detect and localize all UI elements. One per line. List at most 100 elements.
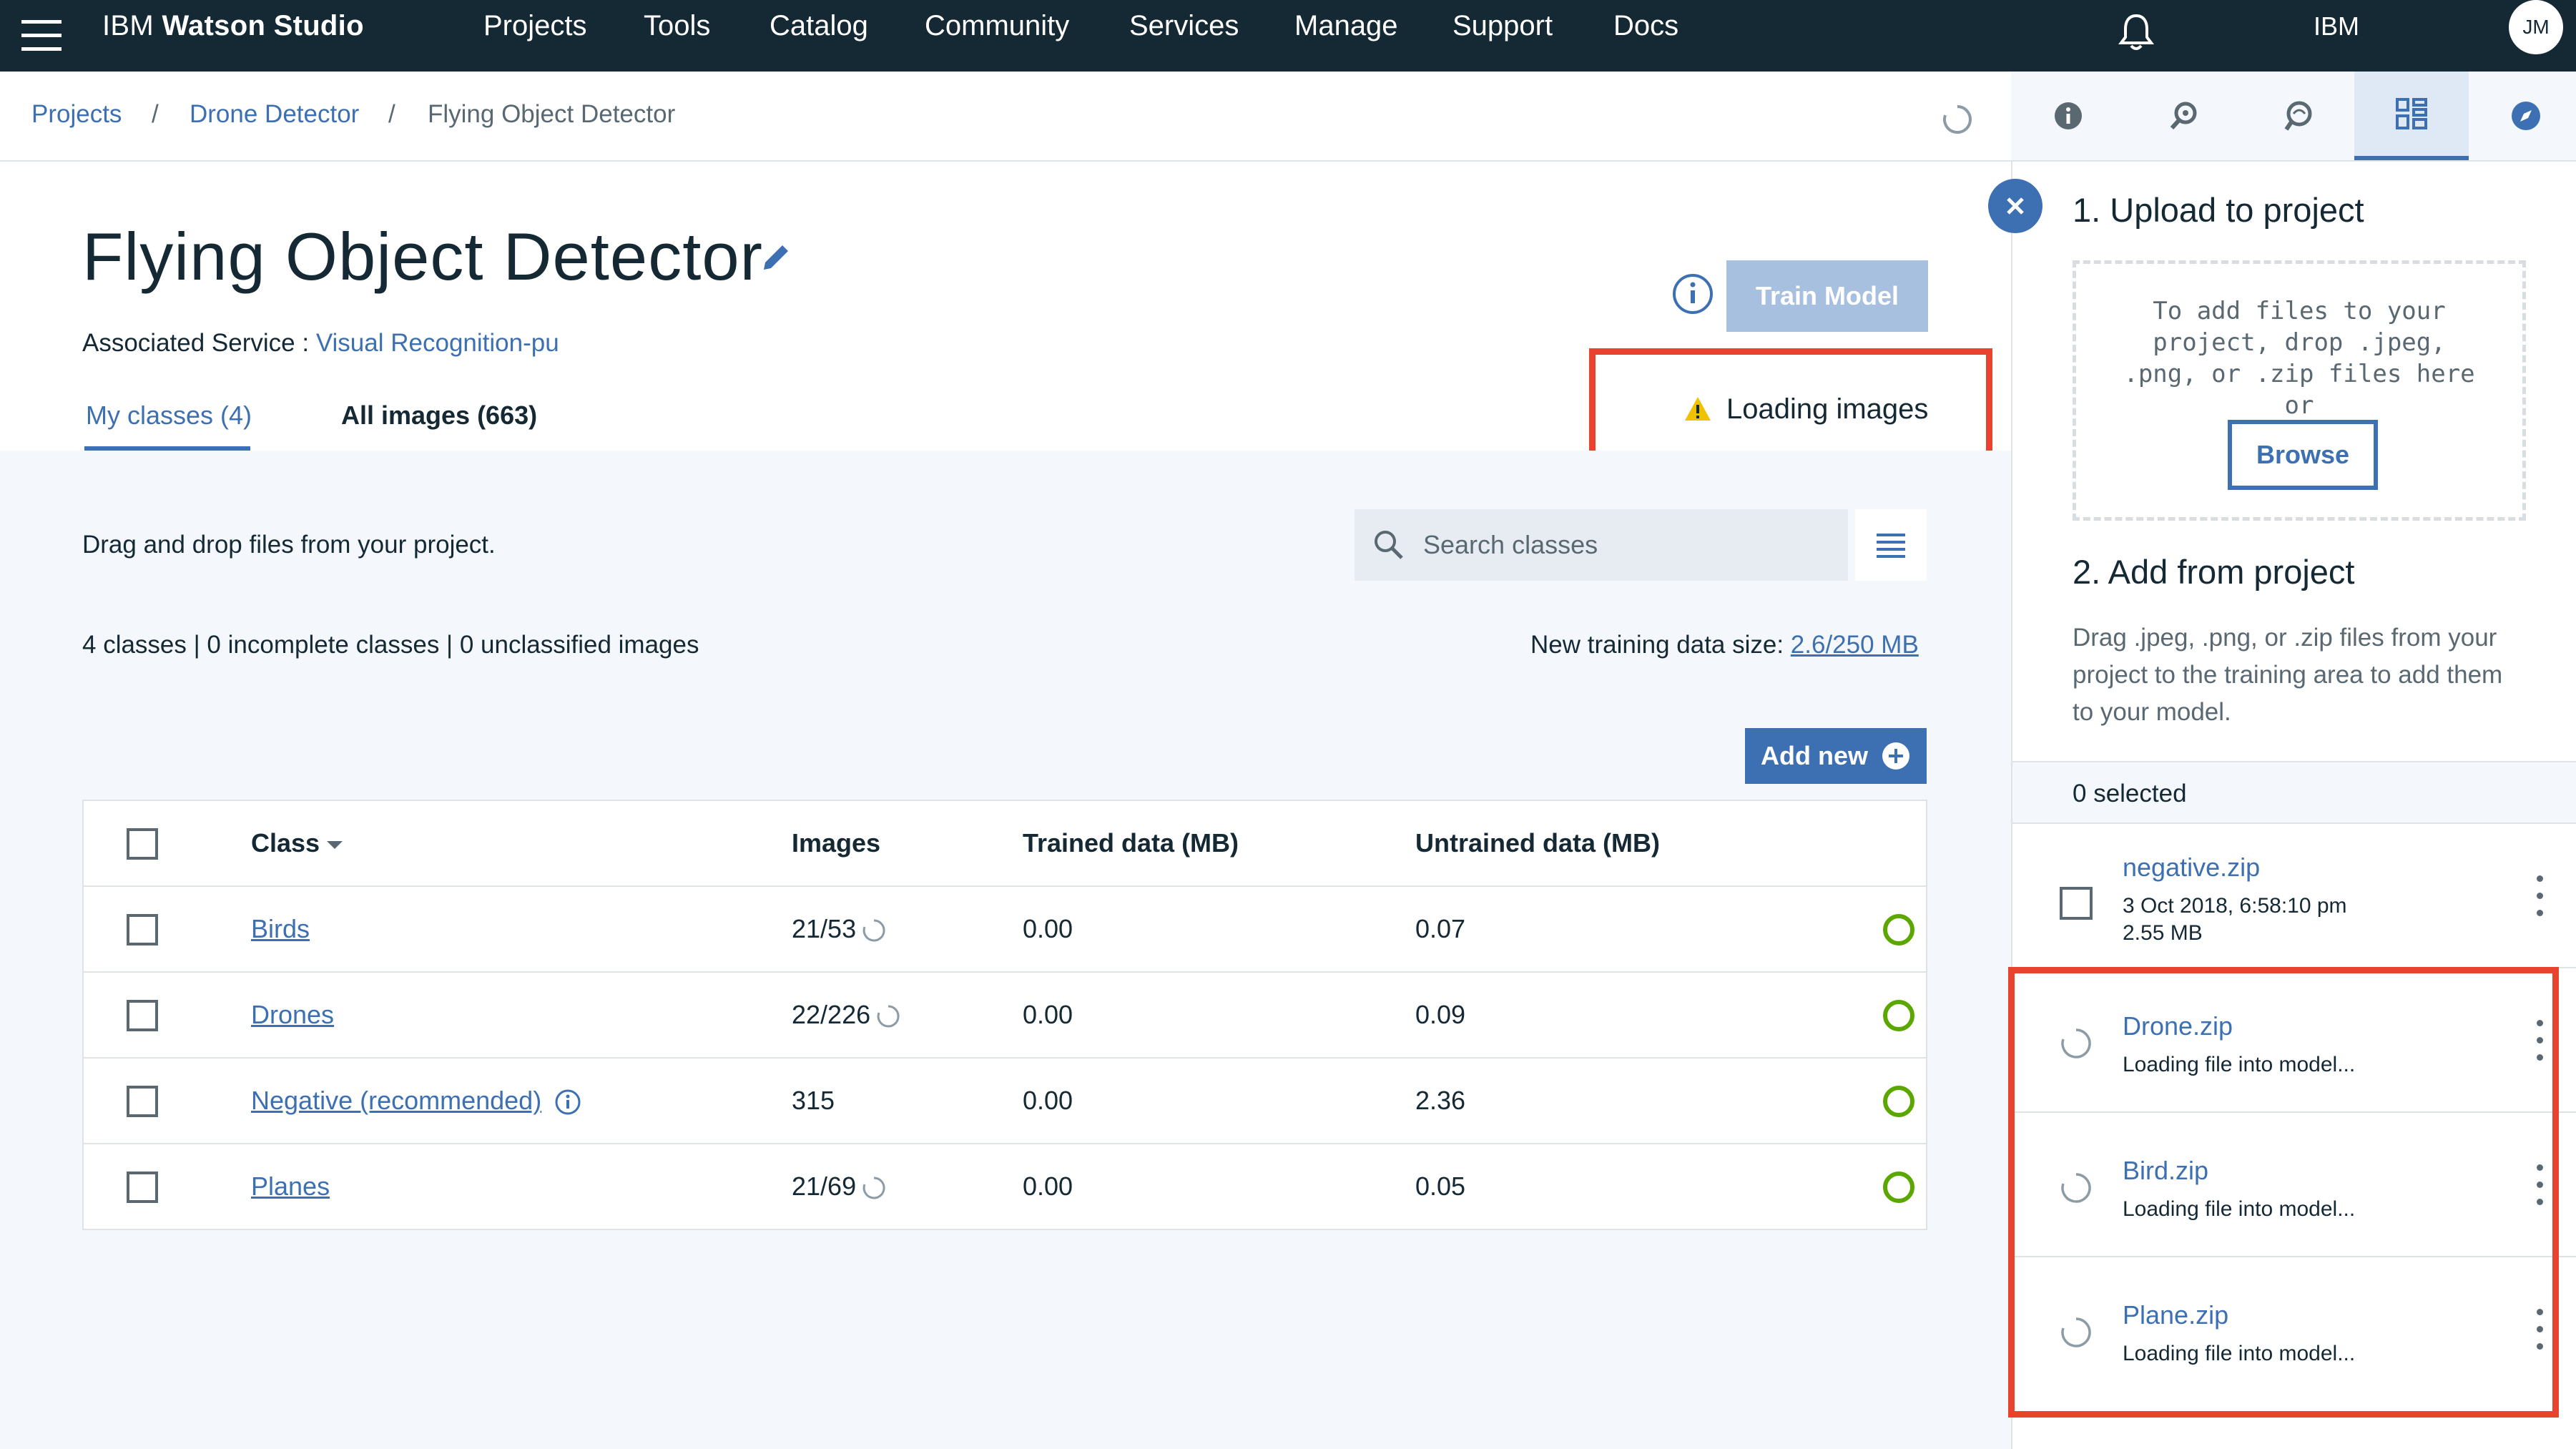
loading-status: Loading images bbox=[1726, 393, 1929, 425]
info-icon[interactable] bbox=[2011, 72, 2125, 160]
row-checkbox[interactable] bbox=[127, 914, 158, 945]
tab-my-classes[interactable]: My classes (4) bbox=[86, 401, 252, 431]
file-name[interactable]: negative.zip bbox=[2123, 853, 2260, 883]
class-link-negative[interactable]: Negative (recommended) bbox=[251, 1086, 541, 1115]
status-ok-icon bbox=[1883, 1000, 1914, 1031]
breadcrumb-separator: / bbox=[388, 100, 395, 128]
images-count-value: 21/69 bbox=[792, 1172, 857, 1201]
loading-spinner-icon bbox=[862, 919, 885, 942]
selection-bar: 0 selected bbox=[2012, 761, 2576, 824]
train-model-button[interactable]: Train Model bbox=[1726, 260, 1928, 332]
close-icon bbox=[2007, 197, 2024, 215]
associated-service: Associated Service : Visual Recognition-… bbox=[82, 329, 559, 358]
info-circle-icon[interactable] bbox=[1672, 273, 1714, 315]
class-link-planes[interactable]: Planes bbox=[251, 1172, 330, 1202]
highlight-box-files bbox=[2008, 967, 2559, 1418]
row-checkbox[interactable] bbox=[127, 1000, 158, 1031]
breadcrumb-current: Flying Object Detector bbox=[428, 100, 676, 128]
add-new-button[interactable]: Add new bbox=[1745, 728, 1927, 784]
brand-title[interactable]: IBM Watson Studio bbox=[102, 10, 364, 42]
trained-data: 0.00 bbox=[1023, 1086, 1073, 1115]
nav-catalog[interactable]: Catalog bbox=[770, 10, 868, 42]
untrained-data: 0.05 bbox=[1415, 1172, 1466, 1201]
table-row: Drones 22/226 0.00 0.09 bbox=[84, 973, 1926, 1058]
account-label[interactable]: IBM bbox=[2314, 11, 2359, 41]
drag-instructions: Drag and drop files from your project. bbox=[82, 531, 496, 559]
training-data-size-link[interactable]: 2.6/250 MB bbox=[1791, 631, 1919, 659]
loading-spinner-icon bbox=[1942, 104, 1973, 135]
untrained-data: 2.36 bbox=[1415, 1086, 1466, 1115]
images-count-value: 21/53 bbox=[792, 914, 857, 943]
hamburger-menu-icon[interactable] bbox=[21, 14, 64, 57]
search-input[interactable] bbox=[1423, 516, 1838, 574]
page-title: Flying Object Detector bbox=[82, 219, 763, 294]
bell-icon[interactable] bbox=[2117, 11, 2155, 54]
add-from-project-heading: 2. Add from project bbox=[2073, 553, 2355, 591]
brand-prefix: IBM bbox=[102, 10, 154, 41]
breadcrumb-projects[interactable]: Projects bbox=[31, 100, 122, 129]
file-size: 2.55 MB bbox=[2123, 921, 2203, 945]
breadcrumb-drone-detector[interactable]: Drone Detector bbox=[190, 100, 359, 129]
row-checkbox[interactable] bbox=[127, 1086, 158, 1117]
explore-icon[interactable] bbox=[2469, 72, 2576, 160]
warning-icon bbox=[1683, 395, 1712, 423]
nav-projects[interactable]: Projects bbox=[483, 10, 587, 42]
nav-docs[interactable]: Docs bbox=[1613, 10, 1678, 42]
tab-all-images[interactable]: All images (663) bbox=[341, 401, 537, 431]
class-cell-negative: Negative (recommended) bbox=[251, 1086, 581, 1116]
select-all-checkbox[interactable] bbox=[127, 828, 158, 860]
list-view-icon bbox=[1877, 534, 1905, 558]
add-from-project-description: Drag .jpeg, .png, or .zip files from you… bbox=[2073, 624, 2503, 726]
data-assets-icon[interactable] bbox=[2354, 72, 2469, 160]
file-checkbox[interactable] bbox=[2060, 887, 2093, 920]
close-panel-button[interactable] bbox=[1988, 179, 2042, 233]
training-data-size-label: New training data size: bbox=[1530, 631, 1791, 659]
upload-dropzone[interactable]: To add files to your project, drop .jpeg… bbox=[2073, 260, 2526, 521]
classes-table: Class Images Trained data (MB) Untrained… bbox=[82, 800, 1927, 1230]
associated-service-label: Associated Service : bbox=[82, 329, 316, 357]
plus-circle-icon bbox=[1882, 742, 1909, 770]
nav-support[interactable]: Support bbox=[1452, 10, 1553, 42]
breadcrumb-separator: / bbox=[152, 100, 159, 128]
nav-community[interactable]: Community bbox=[925, 10, 1069, 42]
tab-underline bbox=[84, 446, 250, 451]
selected-count: 0 selected bbox=[2073, 780, 2187, 807]
associated-service-link[interactable]: Visual Recognition-pu bbox=[316, 329, 559, 357]
nav-tools[interactable]: Tools bbox=[644, 10, 710, 42]
column-header-class[interactable]: Class bbox=[251, 828, 343, 858]
images-count: 21/69 bbox=[792, 1172, 886, 1202]
nav-services[interactable]: Services bbox=[1129, 10, 1239, 42]
info-circle-icon[interactable] bbox=[554, 1089, 581, 1116]
row-checkbox[interactable] bbox=[127, 1172, 158, 1203]
search-icon bbox=[1372, 528, 1406, 562]
trained-data: 0.00 bbox=[1023, 914, 1073, 943]
trained-data: 0.00 bbox=[1023, 1000, 1073, 1029]
sort-caret-icon bbox=[327, 840, 343, 849]
class-summary: 4 classes | 0 incomplete classes | 0 unc… bbox=[82, 631, 699, 659]
class-link-birds[interactable]: Birds bbox=[251, 914, 310, 944]
column-header-images: Images bbox=[792, 828, 881, 858]
tool-bar bbox=[2011, 72, 2576, 162]
images-count: 315 bbox=[792, 1086, 835, 1115]
loading-spinner-icon bbox=[877, 1005, 900, 1028]
column-header-untrained: Untrained data (MB) bbox=[1415, 828, 1660, 858]
edit-pencil-icon[interactable] bbox=[759, 241, 792, 274]
add-new-label: Add new bbox=[1761, 741, 1868, 770]
images-count-value: 22/226 bbox=[792, 1000, 871, 1029]
upload-heading: 1. Upload to project bbox=[2073, 191, 2364, 229]
breadcrumb: Projects / Drone Detector / Flying Objec… bbox=[0, 72, 2011, 162]
table-header: Class Images Trained data (MB) Untrained… bbox=[84, 801, 1926, 887]
avatar[interactable]: JM bbox=[2509, 0, 2563, 54]
file-item[interactable]: negative.zip 3 Oct 2018, 6:58:10 pm 2.55… bbox=[2012, 825, 2576, 968]
list-view-button[interactable] bbox=[1855, 509, 1927, 581]
dropzone-text: To add files to your project, drop .jpeg… bbox=[2123, 297, 2475, 420]
feedback-icon[interactable] bbox=[2240, 72, 2354, 160]
file-date: 3 Oct 2018, 6:58:10 pm bbox=[2123, 894, 2347, 918]
browse-button[interactable]: Browse bbox=[2228, 420, 2378, 490]
find-data-icon[interactable] bbox=[2125, 72, 2240, 160]
class-link-drones[interactable]: Drones bbox=[251, 1000, 334, 1030]
overflow-menu-icon[interactable] bbox=[2535, 875, 2545, 918]
trained-data: 0.00 bbox=[1023, 1172, 1073, 1201]
nav-manage[interactable]: Manage bbox=[1294, 10, 1398, 42]
status-ok-icon bbox=[1883, 914, 1914, 945]
